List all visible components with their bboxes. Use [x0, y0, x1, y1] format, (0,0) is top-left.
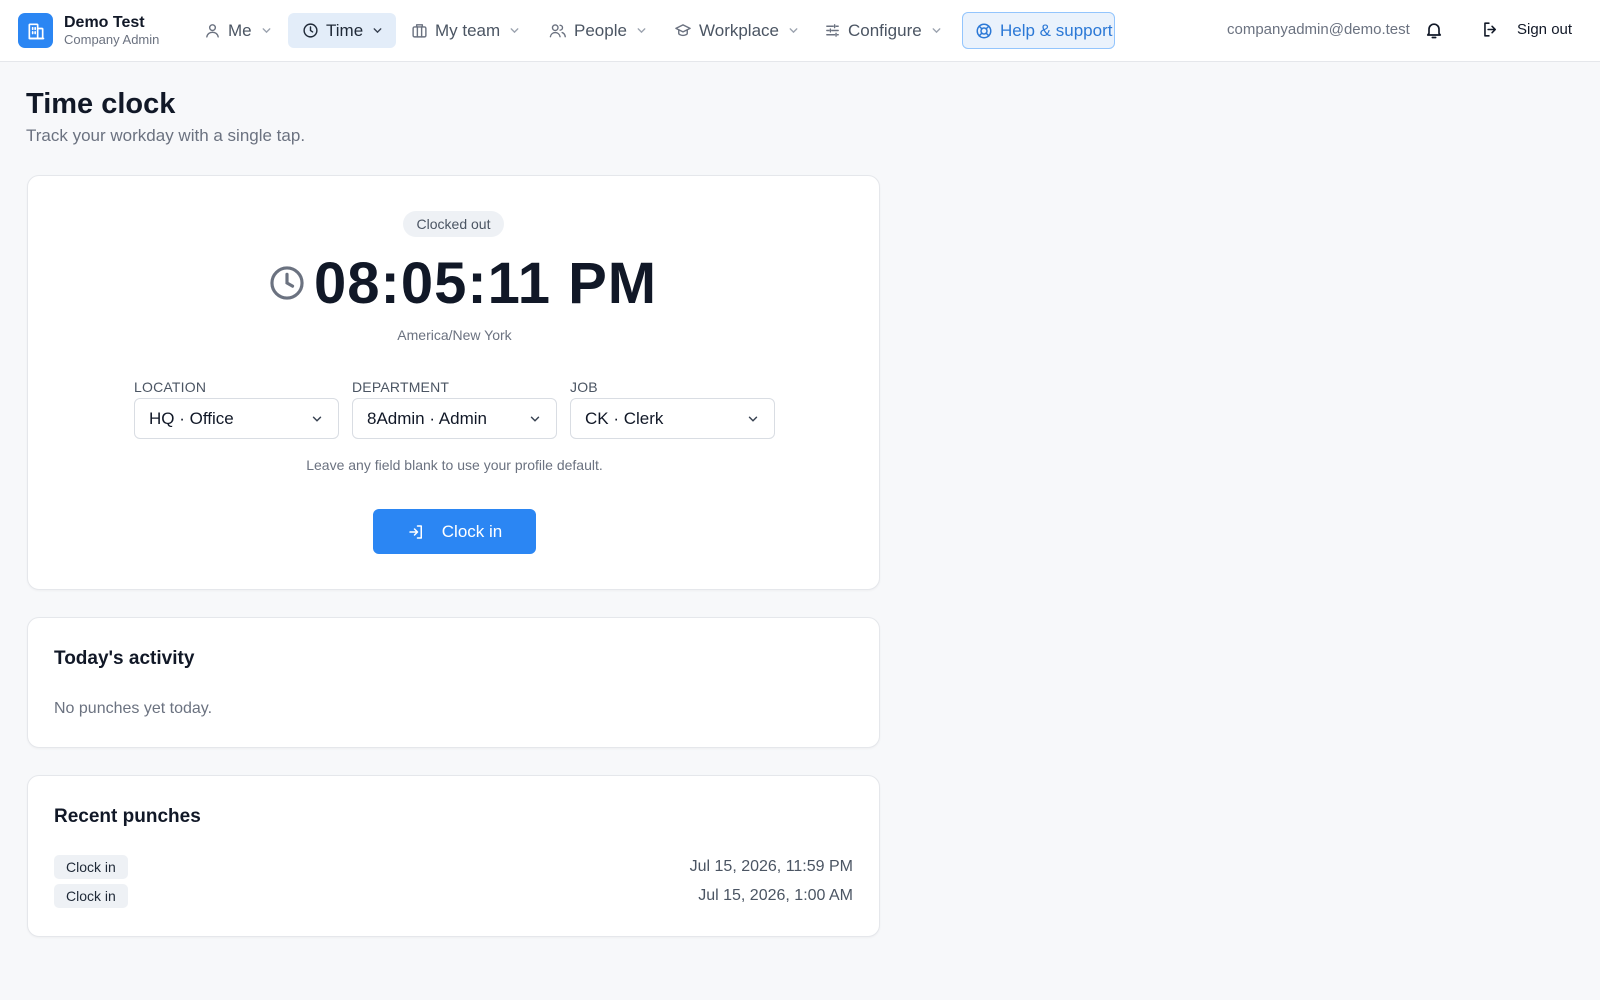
punch-type-badge: Clock in: [54, 855, 128, 879]
clock-display: 08:05:11 PM: [268, 248, 657, 318]
time-clock-card: Clocked out 08:05:11 PM America/New York…: [27, 175, 880, 590]
recent-punches-card: Recent punches Clock in Jul 15, 2026, 11…: [27, 775, 880, 937]
nav-me[interactable]: Me: [190, 13, 285, 48]
page-subtitle: Track your workday with a single tap.: [26, 126, 306, 145]
logout-icon: [1484, 22, 1497, 37]
location-select[interactable]: HQ · Office: [134, 398, 339, 439]
location-field: LOCATION HQ · Office: [134, 379, 339, 439]
current-time: 08:05:11 PM: [314, 250, 658, 316]
clock-icon: [303, 23, 318, 38]
chevron-down-icon: [932, 28, 941, 34]
location-value: HQ · Office: [149, 408, 234, 428]
sign-out-label: Sign out: [1517, 21, 1573, 38]
list-item: Clock in Jul 15, 2026, 1:00 AM: [54, 884, 853, 908]
recent-punches-title: Recent punches: [54, 806, 201, 827]
list-item: Clock in Jul 15, 2026, 11:59 PM: [54, 855, 853, 879]
user-icon: [206, 24, 219, 38]
nav-time[interactable]: Time: [288, 13, 396, 48]
nav-people[interactable]: People: [535, 13, 660, 48]
clock-icon: [270, 266, 304, 300]
brand[interactable]: Demo Test Company Admin: [18, 13, 159, 48]
sliders-icon: [826, 24, 839, 37]
status-badge: Clocked out: [403, 211, 504, 237]
nav-time-label: Time: [326, 20, 364, 40]
field-hint: Leave any field blank to use your profil…: [306, 457, 603, 473]
chevron-down-icon: [637, 28, 646, 34]
department-field: DEPARTMENT 8Admin · Admin: [352, 379, 557, 439]
chevron-down-icon: [530, 416, 540, 422]
page-title: Time clock: [26, 88, 176, 120]
punch-type-badge: Clock in: [54, 884, 128, 908]
chevron-down-icon: [789, 28, 798, 34]
chevron-down-icon: [312, 416, 322, 422]
sign-out-button[interactable]: Sign out: [1481, 20, 1572, 39]
todays-activity-title: Today's activity: [54, 648, 195, 669]
punch-timestamp: Jul 15, 2026, 11:59 PM: [689, 858, 853, 875]
todays-activity-card: Today's activity No punches yet today.: [27, 617, 880, 748]
nav-workplace-label: Workplace: [699, 20, 779, 40]
department-value: 8Admin · Admin: [367, 408, 487, 428]
job-value: CK · Clerk: [585, 408, 664, 428]
department-select[interactable]: 8Admin · Admin: [352, 398, 557, 439]
nav-me-label: Me: [228, 20, 252, 40]
nav-configure-label: Configure: [848, 20, 922, 40]
timezone-label: America/New York: [397, 327, 512, 343]
chevron-down-icon: [510, 28, 519, 34]
nav-configure[interactable]: Configure: [810, 13, 955, 48]
clock-in-label: Clock in: [441, 521, 503, 541]
nav-people-label: People: [574, 20, 627, 40]
chevron-down-icon: [748, 416, 758, 422]
login-icon: [409, 524, 422, 539]
top-navigation-bar: Demo Test Company Admin Me Time My team …: [0, 0, 1600, 62]
graduation-cap-icon: [675, 24, 691, 37]
user-email: companyadmin@demo.test: [1227, 21, 1410, 38]
department-label: DEPARTMENT: [352, 379, 450, 395]
nav-my-team-label: My team: [435, 20, 501, 40]
empty-state-text: No punches yet today.: [54, 700, 213, 717]
lifebuoy-icon: [976, 23, 992, 38]
help-support-label: Help & support: [1000, 20, 1113, 40]
nav-workplace[interactable]: Workplace: [660, 13, 812, 48]
help-support-button[interactable]: Help & support: [962, 12, 1115, 49]
job-label: JOB: [570, 379, 598, 395]
users-icon: [549, 24, 566, 38]
punch-timestamp: Jul 15, 2026, 1:00 AM: [698, 887, 853, 904]
user-role: Company Admin: [64, 32, 160, 47]
nav-my-team[interactable]: My team: [397, 13, 533, 48]
notifications-bell-icon[interactable]: [1424, 20, 1444, 45]
job-select[interactable]: CK · Clerk: [570, 398, 775, 439]
chevron-down-icon: [373, 28, 382, 34]
company-name: Demo Test: [64, 14, 145, 31]
job-field: JOB CK · Clerk: [570, 379, 775, 439]
building-icon: [412, 24, 427, 38]
location-label: LOCATION: [134, 379, 207, 395]
chevron-down-icon: [262, 28, 271, 34]
company-building-icon: [18, 13, 53, 48]
clock-in-button[interactable]: Clock in: [373, 509, 536, 554]
